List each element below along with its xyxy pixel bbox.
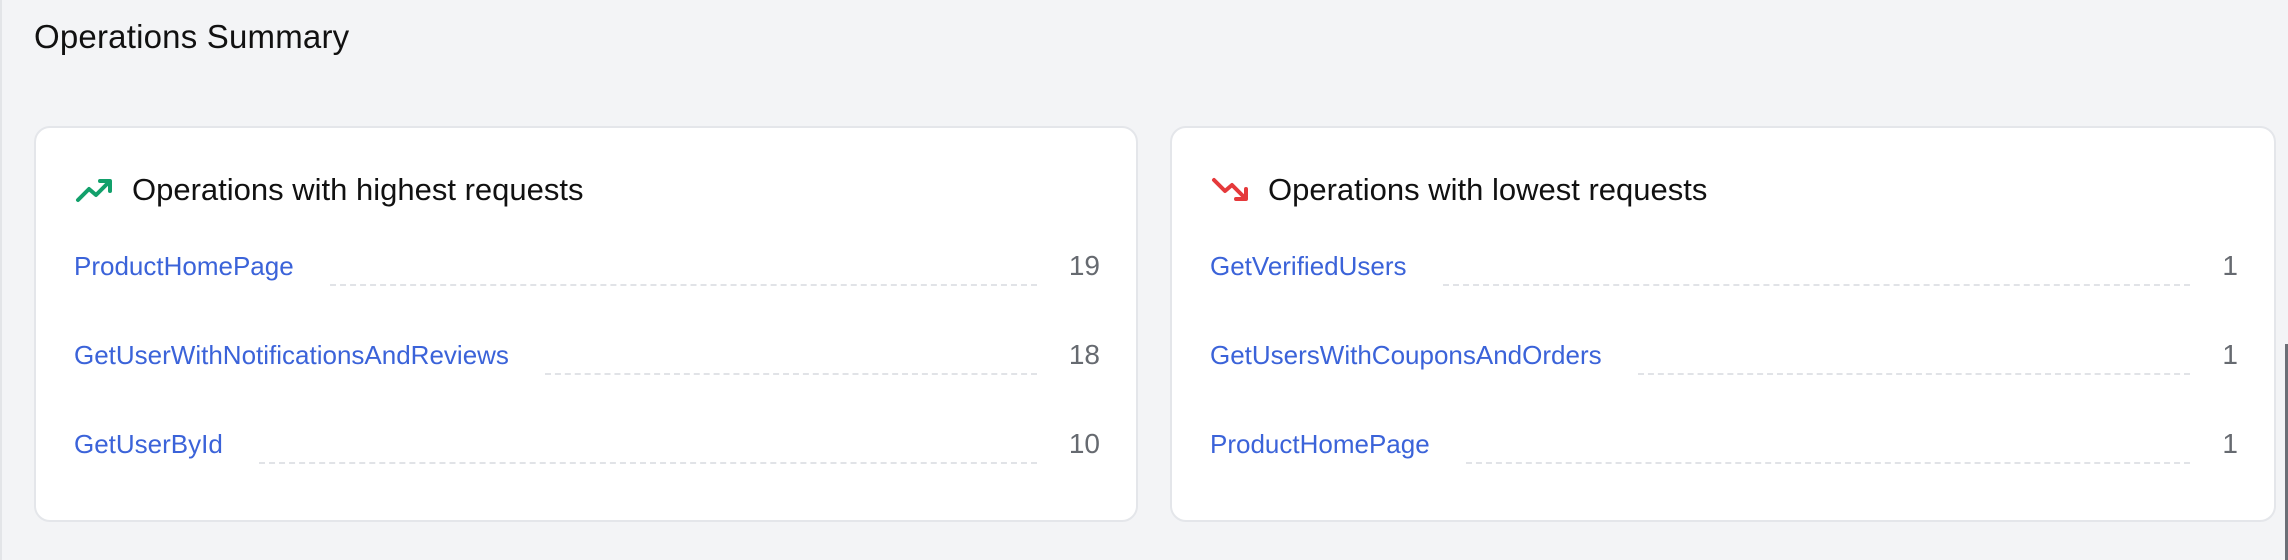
lowest-requests-title: Operations with lowest requests bbox=[1268, 172, 1708, 207]
request-count: 10 bbox=[1068, 428, 1100, 459]
operations-summary-panel: Operations Summary Operations with highe… bbox=[0, 0, 2288, 560]
operation-link[interactable]: ProductHomePage bbox=[74, 248, 294, 284]
list-item: GetVerifiedUsers 1 bbox=[1210, 248, 2238, 337]
operation-link[interactable]: GetUserWithNotificationsAndReviews bbox=[74, 337, 509, 373]
lowest-requests-card: Operations with lowest requests GetVerif… bbox=[1170, 126, 2276, 522]
dotted-leader bbox=[544, 365, 1037, 375]
list-item: ProductHomePage 19 bbox=[74, 248, 1100, 337]
page-title: Operations Summary bbox=[34, 18, 350, 55]
list-item: GetUserById 10 bbox=[74, 426, 1100, 515]
dotted-leader bbox=[258, 454, 1037, 464]
request-count: 19 bbox=[1068, 250, 1100, 281]
operation-link[interactable]: ProductHomePage bbox=[1210, 426, 1430, 462]
lowest-requests-list: GetVerifiedUsers 1 GetUsersWithCouponsAn… bbox=[1210, 248, 2238, 515]
highest-requests-card: Operations with highest requests Product… bbox=[34, 126, 1138, 522]
list-item: GetUserWithNotificationsAndReviews 18 bbox=[74, 337, 1100, 426]
trending-down-icon bbox=[1210, 170, 1250, 210]
list-item: ProductHomePage 1 bbox=[1210, 426, 2238, 515]
highest-requests-title: Operations with highest requests bbox=[132, 172, 584, 207]
request-count: 1 bbox=[2222, 428, 2238, 459]
highest-requests-list: ProductHomePage 19 GetUserWithNotificati… bbox=[74, 248, 1100, 515]
lowest-requests-header: Operations with lowest requests bbox=[1210, 170, 1707, 210]
operation-link[interactable]: GetUsersWithCouponsAndOrders bbox=[1210, 337, 1602, 373]
list-item: GetUsersWithCouponsAndOrders 1 bbox=[1210, 337, 2238, 426]
highest-requests-header: Operations with highest requests bbox=[74, 170, 583, 210]
request-count: 1 bbox=[2222, 250, 2238, 281]
dotted-leader bbox=[1465, 454, 2191, 464]
operation-link[interactable]: GetUserById bbox=[74, 426, 223, 462]
dotted-leader bbox=[329, 276, 1037, 286]
request-count: 18 bbox=[1068, 339, 1100, 370]
dotted-leader bbox=[1442, 276, 2191, 286]
request-count: 1 bbox=[2222, 339, 2238, 370]
dotted-leader bbox=[1637, 365, 2191, 375]
trending-up-icon bbox=[74, 170, 114, 210]
operation-link[interactable]: GetVerifiedUsers bbox=[1210, 248, 1407, 284]
